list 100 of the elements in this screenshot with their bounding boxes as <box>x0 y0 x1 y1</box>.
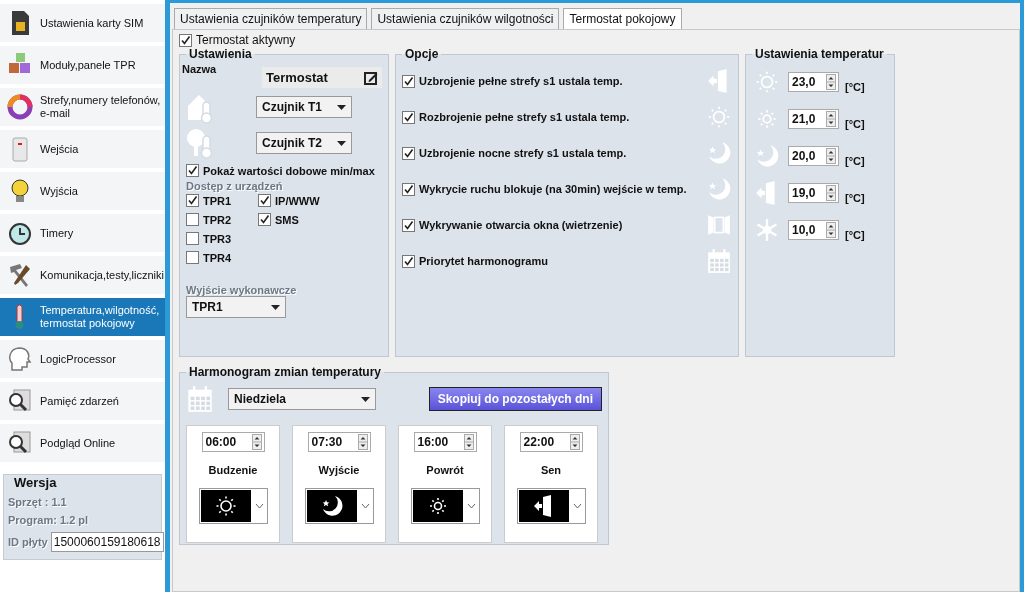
moon-icon <box>706 140 732 166</box>
checkbox[interactable] <box>402 218 415 232</box>
pie-chart-icon <box>6 93 34 121</box>
checkbox[interactable] <box>186 213 199 226</box>
version-title: Wersja <box>14 475 58 490</box>
caret-icon <box>337 104 346 110</box>
sidebar-item[interactable]: Podgląd Online <box>0 424 165 462</box>
sun-icon <box>706 104 732 130</box>
checkbox-label: Pokaż wartości dobowe min/max <box>203 164 375 177</box>
checkbox[interactable] <box>402 110 415 124</box>
checkbox-label: TPR1 <box>203 194 232 207</box>
panel-title: Opcje <box>404 47 440 61</box>
checkbox-label: SMS <box>275 213 299 226</box>
panel-title: Ustawienia <box>188 47 253 61</box>
name-label: Nazwa <box>182 63 217 75</box>
spinner-buttons[interactable] <box>826 184 836 201</box>
checkbox[interactable] <box>402 182 415 196</box>
tab[interactable]: Ustawienia czujników temperatury <box>174 8 368 29</box>
caret-icon <box>361 396 370 402</box>
checkbox[interactable] <box>402 146 415 160</box>
mode-dropdown[interactable] <box>516 488 586 524</box>
sidebar-item[interactable]: Strefy,numery telefonów, e-mail <box>0 88 165 126</box>
checkbox[interactable] <box>258 213 271 226</box>
mode-dropdown[interactable] <box>304 488 374 524</box>
slot-label: Wyjście <box>318 464 360 476</box>
sidebar-item[interactable]: Moduły,panele TPR <box>0 46 165 84</box>
temperature-field[interactable]: 23,0 <box>788 71 839 92</box>
checkbox[interactable] <box>402 74 415 88</box>
output-dropdown[interactable]: TPR1 <box>186 296 286 318</box>
copy-button[interactable]: Skopiuj do pozostałych dni <box>428 387 602 411</box>
chevron-icon <box>360 503 370 509</box>
board-id-label: ID płyty <box>8 536 48 548</box>
chevron-icon <box>572 503 582 509</box>
sidebar-item[interactable]: Komunikacja,testy,liczniki <box>0 256 165 294</box>
checkbox[interactable] <box>179 33 192 47</box>
checkbox-label: Uzbrojenie nocne strefy s1 ustala temp. <box>419 147 627 159</box>
sidebar-item[interactable]: Wyjścia <box>0 172 165 210</box>
checkbox[interactable] <box>258 194 271 207</box>
caret-icon <box>271 304 280 310</box>
unit-label: [°C] <box>845 80 865 93</box>
spinner-buttons[interactable] <box>826 73 836 90</box>
checkbox[interactable] <box>186 164 199 177</box>
output-title: Wyjście wykonawcze <box>186 284 298 296</box>
time-field[interactable]: 22:00 <box>519 432 583 452</box>
checkbox-label: Rozbrojenie pełne strefy s1 ustala temp. <box>419 111 630 123</box>
checkbox-label: IP/WWW <box>275 194 320 207</box>
checkbox-label: Wykrywanie otwarcia okna (wietrzenie) <box>419 219 623 231</box>
board-id-field[interactable]: 1500060159180618 <box>50 532 164 552</box>
checkbox-label: Priorytet harmonogramu <box>419 255 548 267</box>
slot-label: Budzenie <box>208 464 258 476</box>
sidebar-item[interactable]: Wejścia <box>0 130 165 168</box>
calendar-icon <box>706 248 732 274</box>
thermometer-icon <box>14 303 26 331</box>
tab[interactable]: Ustawienia czujników wilgotności <box>371 8 560 29</box>
temperature-field[interactable]: 19,0 <box>788 182 839 203</box>
sidebar-item[interactable]: LogicProcessor <box>0 340 165 378</box>
checkbox[interactable] <box>402 254 415 268</box>
spinner-buttons[interactable] <box>357 434 368 450</box>
mode-dropdown[interactable] <box>198 488 268 524</box>
sidebar-item[interactable]: Pamięć zdarzeń <box>0 382 165 420</box>
spinner-buttons[interactable] <box>826 147 836 164</box>
temperature-field[interactable]: 20,0 <box>788 145 839 166</box>
sensor-dropdown[interactable]: Czujnik T1 <box>256 96 352 118</box>
name-field[interactable]: Termostat <box>262 67 382 88</box>
moon-icon <box>706 176 732 202</box>
calendar-icon <box>186 385 214 413</box>
time-field[interactable]: 06:00 <box>201 432 265 452</box>
chevron-icon <box>466 503 476 509</box>
spinner-buttons[interactable] <box>826 110 836 127</box>
day-dropdown[interactable]: Niedziela <box>228 388 376 410</box>
program-version: Program: 1.2 pl <box>8 514 90 526</box>
checkbox[interactable] <box>186 194 199 207</box>
slot-label: Powrót <box>426 464 464 476</box>
unit-label: [°C] <box>845 154 865 167</box>
temperature-field[interactable]: 10,0 <box>788 219 839 240</box>
caret-icon <box>337 140 346 146</box>
temperature-field[interactable]: 21,0 <box>788 108 839 129</box>
checkbox[interactable] <box>186 232 199 245</box>
panel-title: Ustawienia temperatur <box>754 47 885 61</box>
tab[interactable]: Termostat pokojowy <box>563 8 682 29</box>
head-icon <box>6 345 34 373</box>
spinner-buttons[interactable] <box>826 221 836 238</box>
sensor-dropdown[interactable]: Czujnik T2 <box>256 132 352 154</box>
time-field[interactable]: 16:00 <box>413 432 477 452</box>
checkbox-label: Wykrycie ruchu blokuje (na 30min) wejście w temp. <box>419 183 687 195</box>
spinner-buttons[interactable] <box>251 434 262 450</box>
mode-dropdown[interactable] <box>410 488 480 524</box>
hardware-version: Sprzęt : 1.1 <box>8 496 68 508</box>
unit-label: [°C] <box>845 117 865 130</box>
checkbox-label: TPR3 <box>203 232 232 245</box>
slot-label: Sen <box>540 464 562 476</box>
checkbox[interactable] <box>186 251 199 264</box>
spinner-buttons[interactable] <box>463 434 474 450</box>
edit-icon[interactable] <box>364 70 378 85</box>
spinner-buttons[interactable] <box>569 434 580 450</box>
sidebar-item[interactable]: Temperatura,wilgotność, termostat pokojowy <box>0 298 165 336</box>
time-field[interactable]: 07:30 <box>307 432 371 452</box>
window-icon <box>706 212 732 238</box>
sidebar-item[interactable]: Ustawienia karty SIM <box>0 4 165 42</box>
sidebar-item[interactable]: Timery <box>0 214 165 252</box>
